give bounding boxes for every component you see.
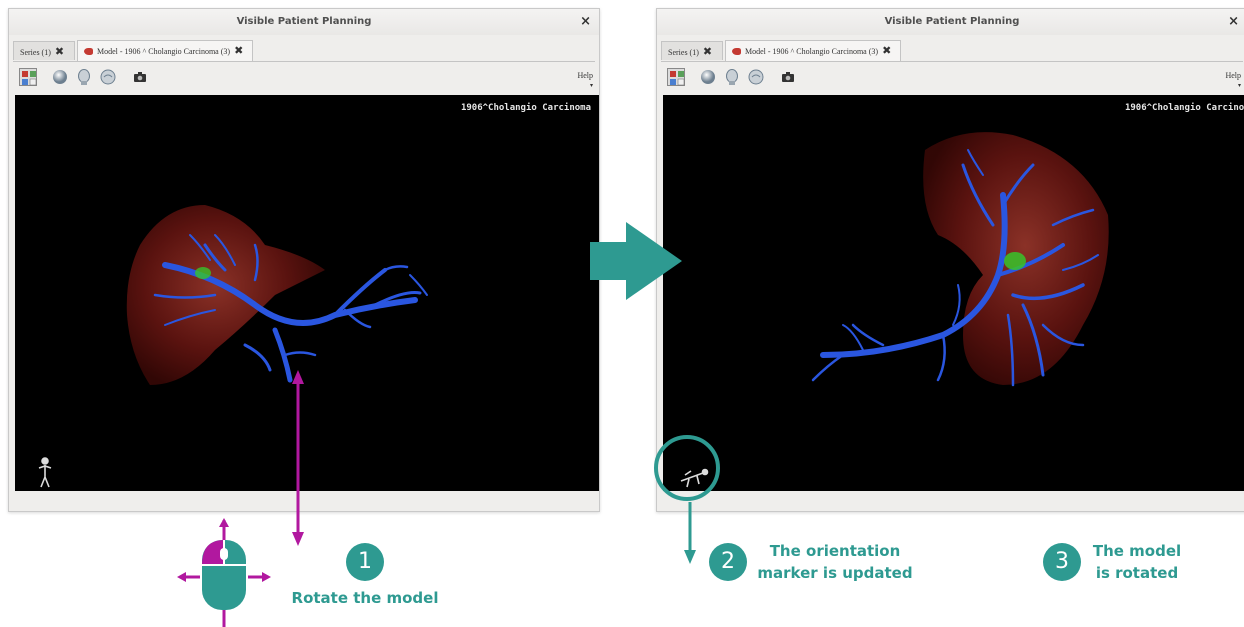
tab-model-label: Model - 1906 ^ Cholangio Carcinoma (3)	[97, 47, 231, 56]
screenshot-button[interactable]	[779, 68, 797, 86]
view-3d-icon	[670, 71, 685, 86]
head-front-icon	[726, 69, 738, 85]
window-title: Visible Patient Planning ×	[657, 9, 1244, 35]
tab-series-label: Series (1)	[668, 48, 699, 57]
tab-series-close-icon[interactable]: ✖	[55, 45, 64, 58]
patient-name-label: 1906^Cholangio Carcinoma	[1124, 103, 1244, 113]
mouse-icon	[177, 518, 271, 627]
step-2-label: The orientation marker is updated	[750, 540, 920, 584]
tab-series[interactable]: Series (1) ✖	[13, 41, 75, 60]
head-side-icon	[748, 69, 764, 85]
window-title-text: Visible Patient Planning	[884, 16, 1020, 27]
3d-viewport[interactable]: 1906^Cholangio Carcinoma	[663, 95, 1244, 491]
head-side-button[interactable]	[747, 68, 765, 86]
sphere-button[interactable]	[699, 68, 717, 86]
head-side-button[interactable]	[99, 68, 117, 86]
toolbar: Help ▾	[661, 65, 1243, 91]
tab-series-close-icon[interactable]: ✖	[703, 45, 712, 58]
close-window-button[interactable]: ×	[580, 9, 591, 35]
tab-series[interactable]: Series (1) ✖	[661, 41, 723, 60]
step-1-label: Rotate the model	[291, 589, 439, 607]
window-after: Visible Patient Planning × Series (1) ✖ M…	[656, 8, 1244, 512]
chevron-down-icon: ▾	[1237, 82, 1241, 89]
sphere-button[interactable]	[51, 68, 69, 86]
close-window-button[interactable]: ×	[1228, 9, 1239, 35]
head-front-icon	[78, 69, 90, 85]
sphere-icon	[53, 70, 67, 84]
patient-name-label: 1906^Cholangio Carcinoma	[460, 103, 591, 113]
step-3-label-line2: is rotated	[1095, 564, 1179, 582]
help-menu[interactable]: Help	[577, 71, 593, 80]
screenshot-button[interactable]	[131, 68, 149, 86]
window-before: Visible Patient Planning × Series (1) ✖ M…	[8, 8, 600, 512]
step-2-label-line1: The orientation	[769, 542, 901, 560]
tab-model-label: Model - 1906 ^ Cholangio Carcinoma (3)	[745, 47, 879, 56]
head-front-button[interactable]	[75, 68, 93, 86]
tab-bar: Series (1) ✖ Model - 1906 ^ Cholangio Car…	[661, 40, 1243, 62]
view-3d-icon	[22, 71, 37, 86]
screenshot-icon	[782, 72, 794, 82]
liver-3d-model[interactable]	[15, 95, 599, 491]
step-1-badge: 1	[346, 543, 384, 581]
liver-icon	[84, 48, 93, 55]
head-side-icon	[100, 69, 116, 85]
window-title: Visible Patient Planning ×	[9, 9, 599, 35]
step-2-label-line2: marker is updated	[757, 564, 913, 582]
help-menu[interactable]: Help	[1225, 71, 1241, 80]
toolbar: Help ▾	[13, 65, 595, 91]
chevron-down-icon: ▾	[589, 82, 593, 89]
view-3d-button[interactable]	[667, 68, 685, 86]
step-3-badge: 3	[1043, 543, 1081, 581]
liver-3d-model[interactable]	[663, 95, 1244, 491]
window-title-text: Visible Patient Planning	[236, 16, 372, 27]
tab-model-close-icon[interactable]: ✖	[882, 44, 891, 57]
tab-bar: Series (1) ✖ Model - 1906 ^ Cholangio Car…	[13, 40, 595, 62]
transition-arrow-icon	[590, 222, 682, 300]
orientation-marker-icon	[38, 457, 52, 488]
step-3-label: The model is rotated	[1082, 540, 1192, 584]
tab-series-label: Series (1)	[20, 48, 51, 57]
screenshot-icon	[134, 72, 146, 82]
tab-model[interactable]: Model - 1906 ^ Cholangio Carcinoma (3) ✖	[77, 40, 253, 61]
view-3d-button[interactable]	[19, 68, 37, 86]
orientation-marker-highlight	[654, 435, 720, 501]
liver-icon	[732, 48, 741, 55]
step-2-badge: 2	[709, 543, 747, 581]
head-front-button[interactable]	[723, 68, 741, 86]
step-3-label-line1: The model	[1092, 542, 1182, 560]
3d-viewport[interactable]: 1906^Cholangio Carcinoma	[15, 95, 599, 491]
tab-model[interactable]: Model - 1906 ^ Cholangio Carcinoma (3) ✖	[725, 40, 901, 61]
sphere-icon	[701, 70, 715, 84]
tab-model-close-icon[interactable]: ✖	[234, 44, 243, 57]
